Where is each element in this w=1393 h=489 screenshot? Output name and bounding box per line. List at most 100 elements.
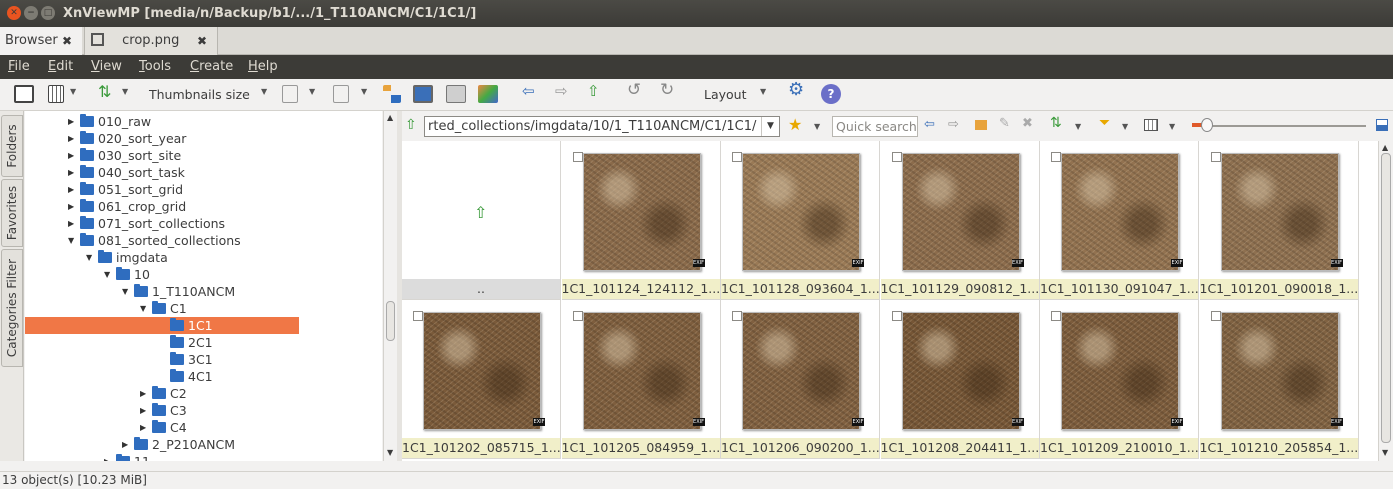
tree-node-c4[interactable]: ▶ C4 [140,419,187,436]
collapse-arrow-icon[interactable]: ▼ [122,283,132,300]
tree-node-2-p210ancm[interactable]: ▶ 2_P210ANCM [122,436,235,453]
delete-icon[interactable]: ✖ [1022,116,1033,131]
chevron-down-icon[interactable]: ▼ [361,87,367,96]
expand-arrow-icon[interactable]: ▶ [68,113,78,130]
tree-scroll-thumb[interactable] [386,301,395,341]
collapse-arrow-icon[interactable]: ▼ [68,232,78,249]
tree-node-11[interactable]: ▶11 [104,453,150,461]
path-field[interactable]: rted_collections/imgdata/10/1_T110ANCM/C… [424,116,780,137]
forward-arrow-icon[interactable]: ⇨ [555,82,568,102]
menu-file[interactable]: File [8,55,30,79]
expand-arrow-icon[interactable]: ▶ [68,215,78,232]
folder-tree-icon[interactable] [383,85,401,103]
grid-scrollbar[interactable]: ▲ ▼ [1378,141,1393,461]
side-tab-folders[interactable]: Folders [1,115,23,177]
rotate-left-icon[interactable]: ↺ [627,80,641,100]
tree-node-2c1[interactable]: 2C1 [168,334,213,351]
thumbnail-cell[interactable]: EXIF 1C1_101130_091047_1.... [1040,141,1199,300]
thumbnail-cell[interactable]: EXIF 1C1_101210_205854_1.... [1199,300,1359,459]
tree-node-040-sort-task[interactable]: ▶ 040_sort_task [68,164,185,181]
slideshow-icon[interactable] [478,85,498,103]
filter-view-icon[interactable] [333,85,349,103]
tree-node-c3[interactable]: ▶ C3 [140,402,187,419]
view-mode-icon[interactable] [48,85,64,103]
select-checkbox[interactable] [732,152,742,162]
tab-crop-png[interactable]: crop.png ✖ [84,27,218,55]
tree-scrollbar[interactable]: ▲ ▼ [383,111,397,461]
go-up-icon[interactable]: ⇧ [405,117,417,133]
thumbnail-cell[interactable]: EXIF 1C1_101209_210010_1.... [1040,300,1199,459]
thumbnail-cell[interactable]: EXIF 1C1_101124_124112_1.... [561,141,721,300]
tree-node-3c1[interactable]: 3C1 [168,351,213,368]
forward-arrow-icon[interactable]: ⇨ [948,117,959,132]
tree-node-061-crop-grid[interactable]: ▶ 061_crop_grid [68,198,186,215]
thumbnail-cell[interactable]: EXIF 1C1_101129_090812_1.... [880,141,1040,300]
thumbnail-cell[interactable]: EXIF 1C1_101202_085715_1.... [402,300,561,459]
select-checkbox[interactable] [1051,311,1061,321]
preview-icon[interactable] [413,85,433,103]
tree-node-10[interactable]: ▼ 10 [104,266,150,283]
minimize-window-icon[interactable]: − [24,6,38,20]
select-checkbox[interactable] [1210,152,1221,162]
thumbnails-size-button[interactable]: Thumbnails size [149,87,250,107]
side-tab-favorites[interactable]: Favorites [1,179,23,247]
expand-arrow-icon[interactable]: ▶ [68,164,78,181]
select-checkbox[interactable] [732,311,742,321]
tree-node-c2[interactable]: ▶ C2 [140,385,187,402]
chevron-down-icon[interactable]: ▼ [814,122,820,131]
menu-help[interactable]: Help [248,55,278,79]
tree-node-1c1-selected[interactable]: 1C1 [25,317,299,334]
back-arrow-icon[interactable]: ⇦ [924,117,935,132]
scroll-down-icon[interactable]: ▼ [387,448,393,457]
close-window-icon[interactable]: ✕ [7,6,21,20]
menu-edit[interactable]: Edit [48,55,73,79]
sort-order-icon[interactable]: ⇅ [1050,115,1062,131]
menu-create[interactable]: Create [190,55,233,79]
select-checkbox[interactable] [1210,311,1221,321]
parent-folder-cell[interactable]: ⇧ .. [402,141,561,300]
chevron-down-icon[interactable]: ▼ [261,87,267,96]
maximize-window-icon[interactable]: □ [41,6,55,20]
collapse-arrow-icon[interactable]: ▼ [140,300,150,317]
layout-button[interactable]: Layout [704,87,747,107]
scroll-up-icon[interactable]: ▲ [1382,143,1388,152]
expand-arrow-icon[interactable]: ▶ [140,419,150,436]
chevron-down-icon[interactable]: ▼ [1075,122,1081,131]
thumbnail-cell[interactable]: EXIF 1C1_101206_090200_1.... [721,300,880,459]
expand-arrow-icon[interactable]: ▶ [68,181,78,198]
tree-node-c1[interactable]: ▼ C1 [140,300,187,317]
chevron-down-icon[interactable]: ▼ [761,117,779,136]
help-icon[interactable]: ? [821,84,841,104]
grid-scroll-thumb[interactable] [1381,153,1391,443]
chevron-down-icon[interactable]: ▼ [70,87,76,96]
slider-handle[interactable] [1201,118,1213,132]
collapse-arrow-icon[interactable]: ▼ [86,249,96,266]
filter-funnel-icon[interactable]: ⏷ [1099,115,1110,131]
up-folder-icon[interactable]: ⇧ [587,82,600,102]
select-checkbox[interactable] [572,152,583,162]
new-folder-icon[interactable] [975,120,987,130]
tree-node-030-sort-site[interactable]: ▶ 030_sort_site [68,147,181,164]
chevron-down-icon[interactable]: ▼ [122,87,128,96]
quick-search-input[interactable]: Quick search [832,116,918,137]
thumbnail-size-slider[interactable] [1204,125,1366,127]
tree-node-1-t110ancm[interactable]: ▼ 1_T110ANCM [122,283,235,300]
thumbnail-cell[interactable]: EXIF 1C1_101208_204411_1.... [880,300,1040,459]
zoom-max-icon[interactable] [1376,119,1388,131]
expand-arrow-icon[interactable]: ▶ [140,402,150,419]
tree-node-020-sort-year[interactable]: ▶ 020_sort_year [68,130,186,147]
thumbnail-cell[interactable]: EXIF 1C1_101205_084959_1.... [561,300,721,459]
close-tab-icon[interactable]: ✖ [62,27,72,55]
refresh-icon[interactable]: ⇅ [98,82,111,102]
chevron-down-icon[interactable]: ▼ [760,87,766,96]
tree-node-4c1[interactable]: 4C1 [168,368,213,385]
select-checkbox[interactable] [891,152,902,162]
expand-arrow-icon[interactable]: ▶ [68,198,78,215]
tree-node-081-sorted-collections[interactable]: ▼ 081_sorted_collections [68,232,241,249]
tab-browser[interactable]: Browser ✖ [0,27,82,55]
thumbnail-cell[interactable]: EXIF 1C1_101128_093604_1.... [721,141,880,300]
collapse-arrow-icon[interactable]: ▼ [104,266,114,283]
rotate-right-icon[interactable]: ↻ [660,80,674,100]
bottom-splitter[interactable] [402,461,1393,471]
menu-tools[interactable]: Tools [139,55,171,79]
